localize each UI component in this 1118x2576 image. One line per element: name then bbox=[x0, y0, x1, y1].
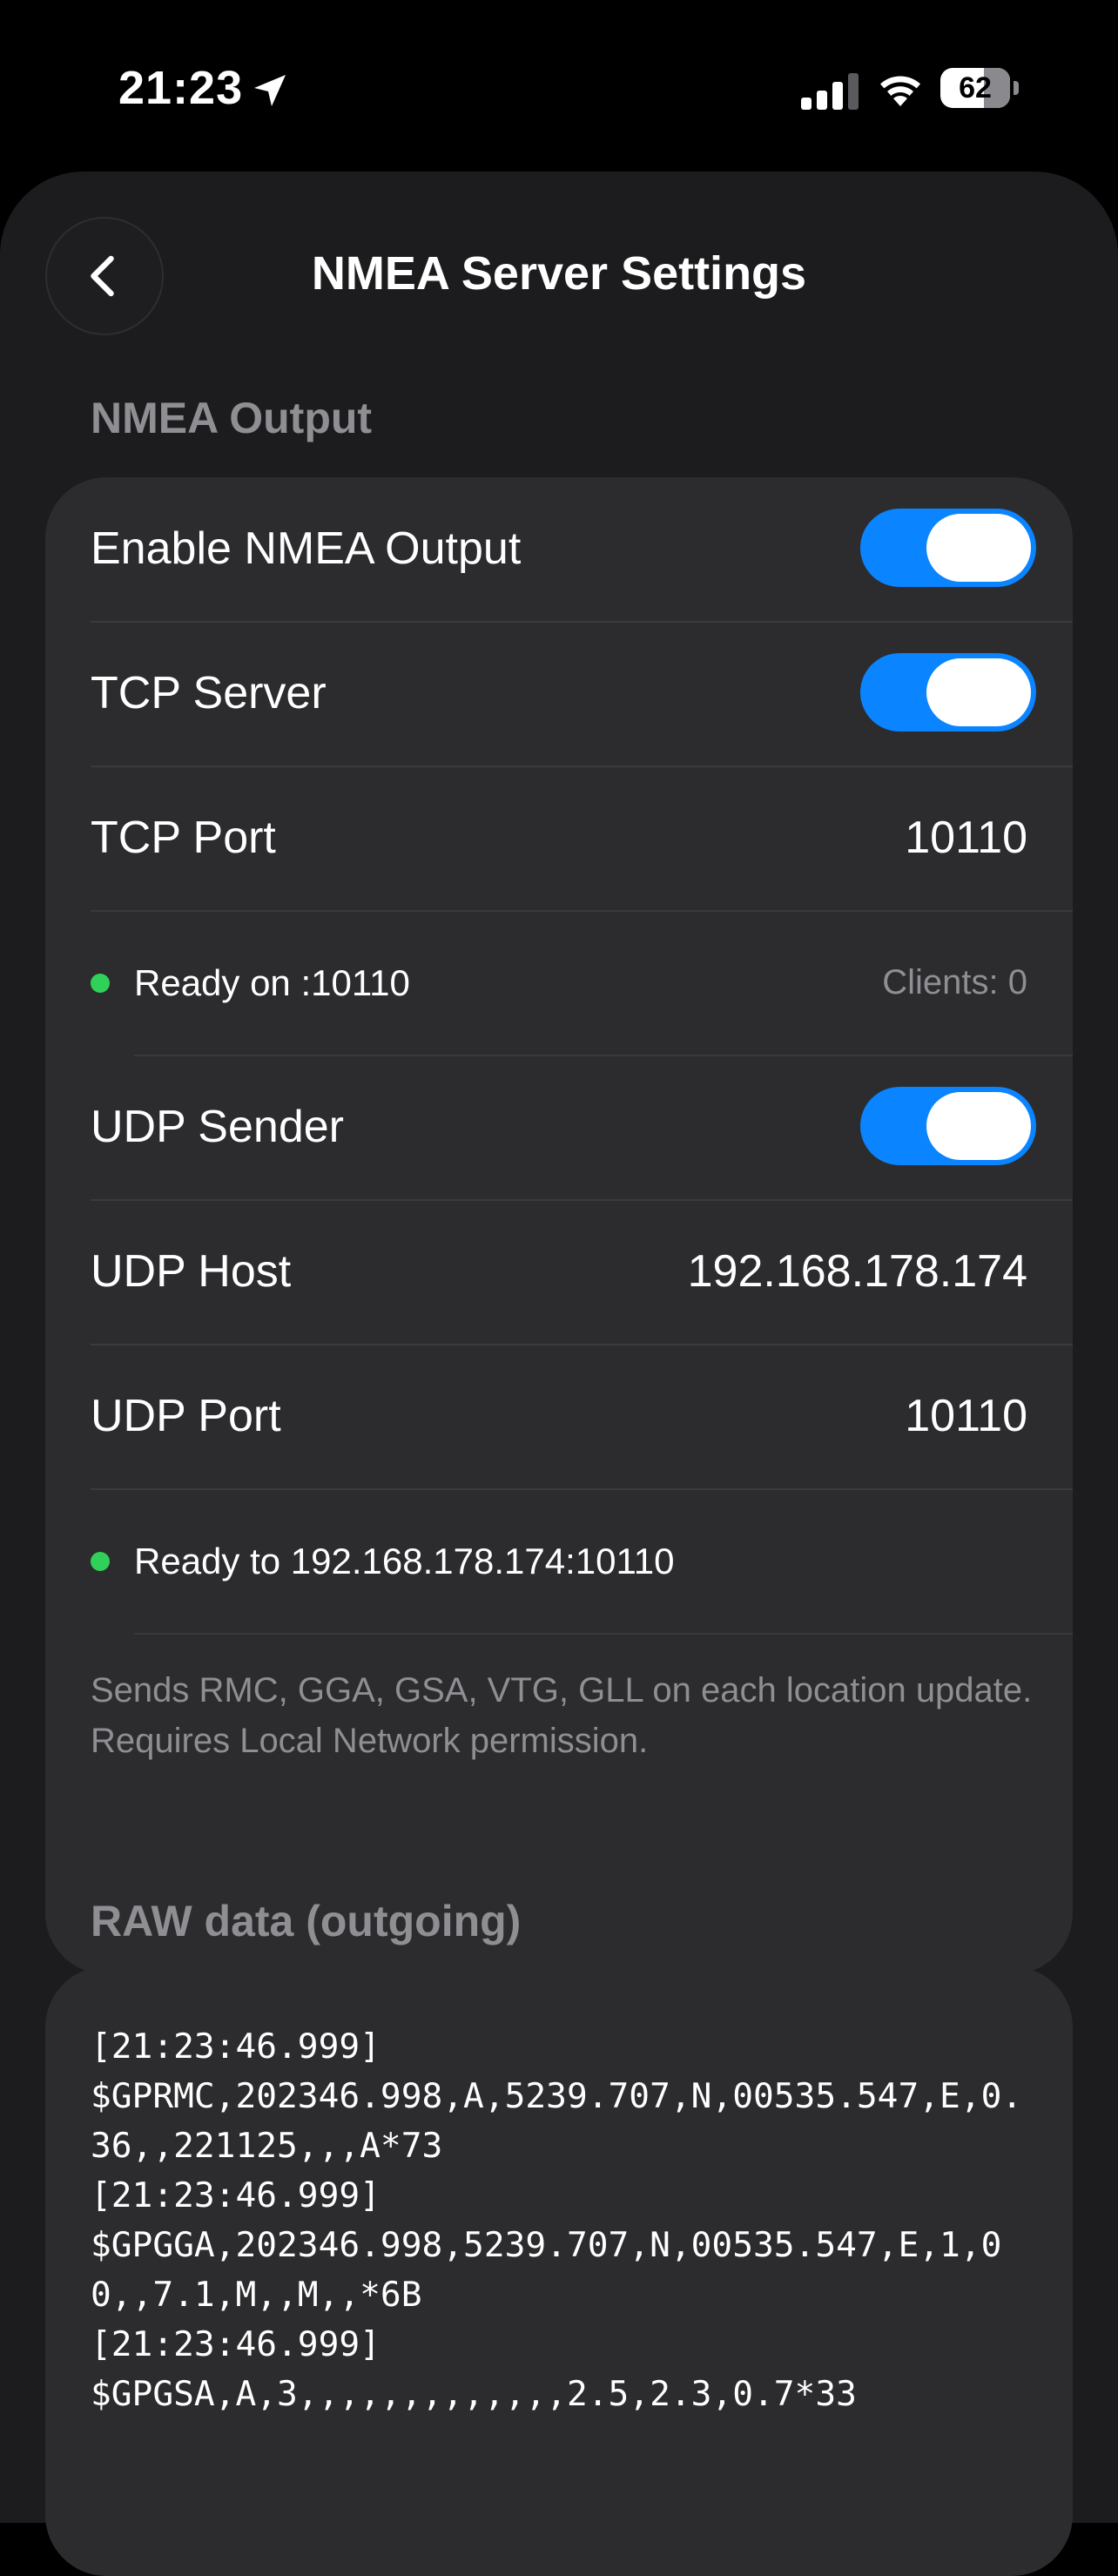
toggle-knob bbox=[926, 1092, 1031, 1160]
row-tcp-port[interactable]: TCP Port 10110 bbox=[45, 766, 1073, 910]
location-arrow-icon bbox=[254, 75, 286, 106]
nmea-output-footnote: Sends RMC, GGA, GSA, VTG, GLL on each lo… bbox=[91, 1671, 1033, 1760]
raw-data-log: [21:23:46.999] $GPRMC,202346.998,A,5239.… bbox=[91, 2026, 1023, 2414]
toggle-knob bbox=[926, 514, 1031, 582]
battery-body: 62 bbox=[940, 68, 1010, 108]
udp-sender-label: UDP Sender bbox=[91, 1102, 344, 1152]
enable-nmea-output-toggle[interactable] bbox=[860, 509, 1036, 587]
battery-level: 62 bbox=[959, 71, 992, 105]
udp-host-label: UDP Host bbox=[91, 1246, 292, 1297]
row-udp-sender: UDP Sender bbox=[45, 1055, 1073, 1199]
udp-port-value[interactable]: 10110 bbox=[905, 1345, 1027, 1488]
battery-tip bbox=[1014, 81, 1019, 95]
row-enable-nmea-output: Enable NMEA Output bbox=[45, 477, 1073, 621]
udp-status-dot-icon bbox=[91, 1552, 110, 1571]
row-udp-port[interactable]: UDP Port 10110 bbox=[45, 1345, 1073, 1488]
udp-sender-toggle[interactable] bbox=[860, 1087, 1036, 1165]
tcp-status-text: Ready on :10110 bbox=[134, 962, 410, 1003]
tcp-server-label: TCP Server bbox=[91, 668, 327, 718]
row-tcp-server: TCP Server bbox=[45, 622, 1073, 765]
section-header-raw-data: RAW data (outgoing) bbox=[91, 1897, 522, 1945]
udp-status-text: Ready to 192.168.178.174:10110 bbox=[134, 1541, 675, 1581]
nmea-output-card: Enable NMEA Output TCP Server TCP Port 1… bbox=[45, 477, 1073, 1974]
wifi-icon bbox=[880, 76, 920, 106]
tcp-port-value[interactable]: 10110 bbox=[905, 766, 1027, 910]
tcp-server-toggle[interactable] bbox=[860, 653, 1036, 732]
settings-sheet: NMEA Server Settings NMEA Output Enable … bbox=[0, 172, 1118, 2576]
row-tcp-status: Ready on :10110 Clients: 0 bbox=[45, 911, 1073, 1055]
divider bbox=[134, 1633, 1073, 1635]
row-udp-status: Ready to 192.168.178.174:10110 bbox=[45, 1489, 1073, 1633]
toggle-knob bbox=[926, 658, 1031, 726]
section-header-nmea-output: NMEA Output bbox=[91, 394, 373, 442]
page-title: NMEA Server Settings bbox=[311, 247, 807, 300]
tcp-clients-count: Clients: 0 bbox=[882, 963, 1027, 1001]
row-udp-host[interactable]: UDP Host 192.168.178.174 bbox=[45, 1200, 1073, 1344]
raw-data-card: [21:23:46.999] $GPRMC,202346.998,A,5239.… bbox=[45, 1966, 1073, 2576]
tcp-port-label: TCP Port bbox=[91, 813, 276, 863]
cellular-signal-icon bbox=[801, 73, 859, 110]
status-time: 21:23 bbox=[118, 62, 244, 114]
udp-host-value[interactable]: 192.168.178.174 bbox=[688, 1200, 1027, 1344]
status-bar: 21:23 62 bbox=[0, 0, 1118, 174]
battery-icon: 62 bbox=[940, 68, 1020, 110]
enable-nmea-output-label: Enable NMEA Output bbox=[91, 523, 522, 574]
udp-port-label: UDP Port bbox=[91, 1391, 281, 1441]
tcp-status-dot-icon bbox=[91, 974, 110, 993]
